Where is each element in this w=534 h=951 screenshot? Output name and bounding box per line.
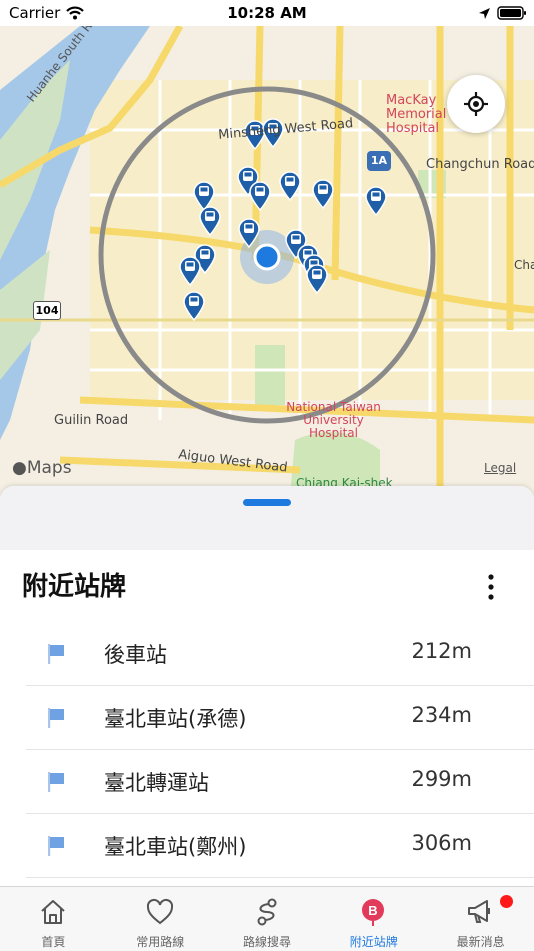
map-label: Guilin Road	[54, 413, 129, 428]
flag-icon	[48, 708, 64, 728]
tab-home[interactable]: 首頁	[0, 887, 107, 951]
maps-attribution: ●Maps	[12, 458, 72, 478]
clock: 10:28 AM	[227, 4, 307, 22]
battery-icon	[497, 6, 526, 20]
stop-row[interactable]: 後車站 212m	[26, 621, 534, 686]
stop-name: 臺北車站(承德)	[104, 707, 247, 731]
notification-badge	[500, 895, 513, 908]
stop-distance: 306m	[411, 831, 472, 855]
bus-stop-pin[interactable]	[238, 218, 260, 248]
bus-stop-pin[interactable]	[249, 181, 271, 211]
tab-label: 首頁	[41, 935, 66, 949]
stop-name: 後車站	[104, 643, 167, 667]
bus-stop-pin[interactable]	[306, 264, 328, 294]
sheet-title: 附近站牌	[22, 572, 127, 602]
sheet-grabber[interactable]	[243, 499, 291, 506]
tab-favorites[interactable]: 常用路線	[107, 887, 214, 951]
nearby-stops-sheet: 附近站牌 後車站 212m 臺北車站(承德) 234m 臺北轉運站 299m 臺…	[0, 486, 534, 886]
stop-row[interactable]: 臺北轉運站 299m	[26, 749, 534, 814]
tab-nearby-stops[interactable]: B 附近站牌	[320, 887, 427, 951]
stop-row[interactable]: 臺北車站(承德) 234m	[26, 685, 534, 750]
legal-link[interactable]: Legal	[484, 461, 516, 475]
map-label: Cha	[514, 258, 534, 272]
map-label: Changchun Road	[426, 157, 534, 172]
crosshair-icon	[464, 92, 488, 116]
heart-icon	[146, 898, 173, 925]
highway-shield: 1A	[367, 151, 391, 171]
svg-text:B: B	[369, 903, 378, 918]
map-label: National Taiwan University Hospital	[286, 400, 381, 440]
apple-logo-icon: ●	[12, 458, 27, 478]
flag-icon	[48, 644, 64, 664]
stop-name: 臺北轉運站	[104, 771, 209, 795]
tab-label: 路線搜尋	[242, 935, 291, 949]
route-shield: 104	[33, 301, 61, 320]
bus-stop-pin[interactable]	[183, 291, 205, 321]
route-icon	[257, 898, 277, 926]
stop-distance: 299m	[411, 767, 472, 791]
flag-icon	[48, 772, 64, 792]
home-icon	[41, 900, 65, 924]
bus-stop-pin[interactable]	[199, 206, 221, 236]
bus-stop-pin[interactable]	[179, 256, 201, 286]
stop-distance: 234m	[411, 703, 472, 727]
bus-stop-pin[interactable]	[279, 171, 301, 201]
stop-distance: 212m	[411, 639, 472, 663]
more-options-icon[interactable]	[480, 572, 502, 602]
bus-stop-icon: B	[362, 899, 385, 926]
megaphone-icon	[468, 900, 491, 923]
stop-row[interactable]: 臺北車站(鄭州) 306m	[26, 813, 534, 878]
tab-news[interactable]: 最新消息	[427, 887, 534, 951]
location-arrow-icon	[479, 8, 490, 19]
tab-label: 最新消息	[456, 935, 505, 949]
status-bar: Carrier 10:28 AM	[0, 0, 534, 26]
tab-bar: 首頁 常用路線 路線搜尋 B 附近站牌 最新消息	[0, 886, 534, 951]
bus-stop-pin[interactable]	[365, 186, 387, 216]
stop-name: 臺北車站(鄭州)	[104, 835, 247, 859]
flag-icon	[48, 836, 64, 856]
bus-stop-pin[interactable]	[312, 179, 334, 209]
locate-me-button[interactable]	[447, 75, 505, 133]
tab-label: 常用路線	[136, 935, 185, 949]
tab-route-search[interactable]: 路線搜尋	[214, 887, 321, 951]
sheet-header	[0, 486, 534, 550]
tab-label: 附近站牌	[349, 935, 398, 949]
